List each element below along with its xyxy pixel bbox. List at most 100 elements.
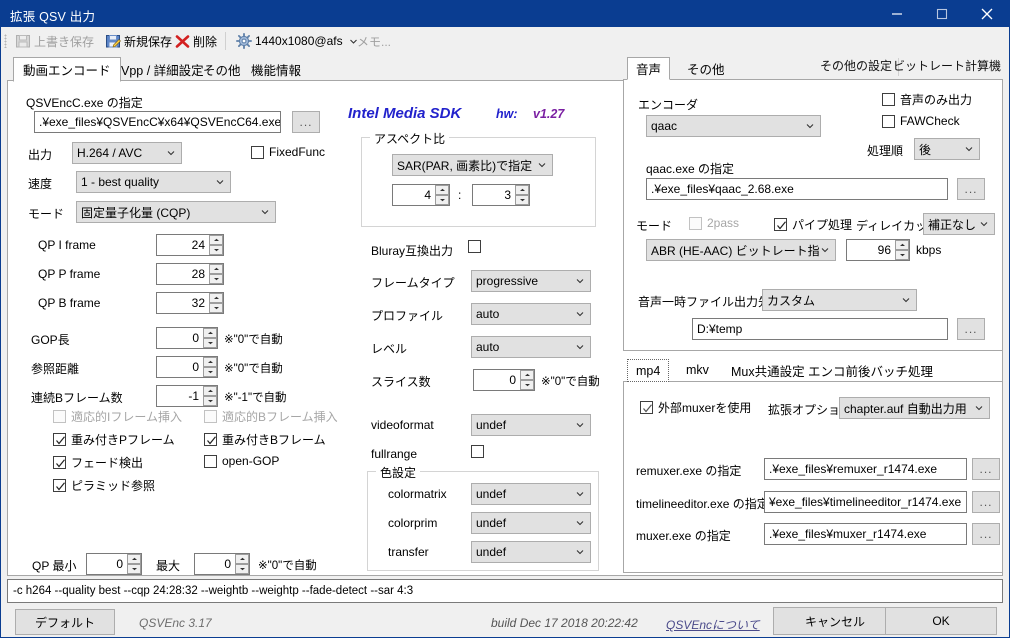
- qp-b-spin-buttons[interactable]: [208, 293, 223, 313]
- gop-length-spinner[interactable]: 0: [156, 327, 218, 349]
- check-icon: [56, 482, 65, 491]
- colormatrix-combo[interactable]: undef: [471, 483, 591, 505]
- bframes-spin-buttons[interactable]: [202, 386, 217, 406]
- twopass-checkbox[interactable]: 2pass: [689, 216, 739, 230]
- timelineeditor-browse-button[interactable]: ...: [972, 491, 1000, 513]
- about-link[interactable]: QSVEncについて: [666, 616, 760, 633]
- audio-encoder-combo[interactable]: qaac: [646, 115, 821, 137]
- audio-temp-browse-button[interactable]: ...: [957, 318, 985, 340]
- qp-b-spinner[interactable]: 32: [156, 292, 224, 314]
- timelineeditor-exe-input[interactable]: ¥exe_files¥timelineeditor_r1474.exe: [764, 491, 967, 513]
- qsvencc-exe-label: QSVEncC.exe の指定: [26, 96, 143, 110]
- aspect-ratio-mode-combo[interactable]: SAR(PAR, 画素比)で指定: [392, 154, 553, 176]
- fullrange-checkbox[interactable]: [471, 445, 484, 458]
- memo-button[interactable]: メモ...: [353, 29, 395, 53]
- qp-min-spinner[interactable]: 0: [86, 553, 142, 575]
- weighted-b-frame-checkbox[interactable]: 重み付きBフレーム: [204, 431, 326, 448]
- qaac-exe-browse-button[interactable]: ...: [957, 178, 985, 200]
- audio-bitrate-spin-buttons[interactable]: [894, 240, 909, 260]
- output-format-combo[interactable]: H.264 / AVC: [72, 142, 182, 164]
- speed-label: 速度: [28, 177, 53, 191]
- process-order-combo[interactable]: 後: [914, 138, 980, 160]
- audio-bitrate-mode-combo[interactable]: ABR (HE-AAC) ビットレート指定: [646, 239, 836, 261]
- muxer-browse-button[interactable]: ...: [972, 523, 1000, 545]
- audio-temp-path-input[interactable]: D:¥temp: [692, 318, 948, 340]
- new-save-button[interactable]: 新規保存: [101, 29, 176, 53]
- audio-bitrate-spinner[interactable]: 96: [846, 239, 910, 261]
- remuxer-exe-input[interactable]: .¥exe_files¥remuxer_r1474.exe: [764, 458, 967, 480]
- slices-spinner[interactable]: 0: [473, 369, 535, 391]
- qsvencc-exe-input[interactable]: .¥exe_files¥QSVEncC¥x64¥QSVEncC64.exe: [34, 111, 281, 133]
- fade-detect-checkbox[interactable]: フェード検出: [53, 454, 143, 471]
- colorprim-combo[interactable]: undef: [471, 512, 591, 534]
- cancel-button[interactable]: キャンセル: [773, 607, 897, 635]
- transfer-label: transfer: [388, 545, 429, 559]
- pipe-processing-checkbox[interactable]: パイプ処理: [774, 216, 852, 233]
- tab-mp4[interactable]: mp4: [627, 359, 670, 382]
- delete-button[interactable]: 削除: [171, 29, 221, 53]
- aspect-den-spin-buttons[interactable]: [514, 185, 529, 205]
- tab-mkv[interactable]: mkv: [678, 359, 717, 381]
- delaycut-combo[interactable]: 補正なし: [923, 213, 995, 235]
- transfer-combo[interactable]: undef: [471, 541, 591, 563]
- fixedfunc-checkbox[interactable]: FixedFunc: [251, 145, 325, 159]
- ok-button[interactable]: OK: [885, 607, 997, 635]
- command-line-display[interactable]: -c h264 --quality best --cqp 24:28:32 --…: [7, 579, 1003, 603]
- speed-combo[interactable]: 1 - best quality: [76, 171, 231, 193]
- open-gop-checkbox[interactable]: open-GOP: [204, 454, 279, 468]
- tab-video-encode[interactable]: 動画エンコード: [13, 57, 121, 82]
- tab-audio-other[interactable]: その他: [679, 57, 733, 79]
- level-combo[interactable]: auto: [471, 336, 591, 358]
- qp-max-spinner[interactable]: 0: [194, 553, 250, 575]
- audio-temp-mode-combo[interactable]: カスタム: [762, 289, 917, 311]
- profile-combo[interactable]: auto: [471, 303, 591, 325]
- frame-type-combo[interactable]: progressive: [471, 270, 591, 292]
- qaac-exe-input[interactable]: .¥exe_files¥qaac_2.68.exe: [646, 178, 948, 200]
- gop-spin-buttons[interactable]: [202, 328, 217, 348]
- tab-batch-processing[interactable]: エンコ前後バッチ処理: [800, 359, 941, 381]
- tab-feature-info[interactable]: 機能情報: [242, 57, 310, 81]
- qp-p-spinner[interactable]: 28: [156, 263, 224, 285]
- adaptive-i-label: 適応的Iフレーム挿入: [71, 410, 182, 424]
- adaptive-i-insert-checkbox[interactable]: 適応的Iフレーム挿入: [53, 408, 182, 425]
- minimize-button[interactable]: [874, 1, 919, 27]
- gop-length-value: 0: [192, 331, 199, 345]
- ext-option-combo[interactable]: chapter.auf 自動出力用: [839, 397, 990, 419]
- spin-up-icon: [235, 554, 249, 564]
- ext-option-value: chapter.auf 自動出力用: [844, 401, 967, 416]
- rate-control-mode-combo[interactable]: 固定量子化量 (CQP): [76, 201, 276, 223]
- qp-max-spin-buttons[interactable]: [234, 554, 249, 574]
- bluray-compat-checkbox[interactable]: [468, 240, 481, 253]
- aspect-denominator-spinner[interactable]: 3: [472, 184, 530, 206]
- ref-distance-value: 0: [192, 360, 199, 374]
- pyramid-ref-checkbox[interactable]: ピラミッド参照: [53, 477, 155, 494]
- close-button[interactable]: [964, 1, 1009, 27]
- maximize-button[interactable]: [919, 1, 964, 27]
- qp-min-spin-buttons[interactable]: [126, 554, 141, 574]
- videoformat-combo[interactable]: undef: [471, 414, 591, 436]
- audio-only-checkbox[interactable]: 音声のみ出力: [882, 91, 972, 108]
- ref-distance-spinner[interactable]: 0: [156, 356, 218, 378]
- qsvencc-exe-browse-button[interactable]: ...: [292, 111, 320, 133]
- fawcheck-checkbox[interactable]: FAWCheck: [882, 114, 960, 128]
- profile-selector[interactable]: 1440x1080@afs: [232, 29, 362, 53]
- qp-p-spin-buttons[interactable]: [208, 264, 223, 284]
- muxer-exe-input[interactable]: .¥exe_files¥muxer_r1474.exe: [764, 523, 967, 545]
- aspect-num-spin-buttons[interactable]: [434, 185, 449, 205]
- external-muxer-checkbox[interactable]: 外部muxerを使用: [640, 399, 751, 416]
- maximize-icon: [936, 8, 947, 20]
- remuxer-browse-button[interactable]: ...: [972, 458, 1000, 480]
- consecutive-bframes-spinner[interactable]: -1: [156, 385, 218, 407]
- tab-audio[interactable]: 音声: [627, 57, 671, 80]
- weighted-p-frame-checkbox[interactable]: 重み付きPフレーム: [53, 431, 175, 448]
- aspect-numerator-spinner[interactable]: 4: [392, 184, 450, 206]
- overwrite-save-button[interactable]: 上書き保存: [11, 29, 98, 53]
- slices-spin-buttons[interactable]: [519, 370, 534, 390]
- spin-up-icon: [209, 235, 223, 245]
- ref-spin-buttons[interactable]: [202, 357, 217, 377]
- qp-i-spinner[interactable]: 24: [156, 234, 224, 256]
- adaptive-b-insert-checkbox[interactable]: 適応的Bフレーム挿入: [204, 408, 338, 425]
- overwrite-save-label: 上書き保存: [34, 34, 95, 49]
- qp-i-spin-buttons[interactable]: [208, 235, 223, 255]
- default-button[interactable]: デフォルト: [15, 609, 115, 635]
